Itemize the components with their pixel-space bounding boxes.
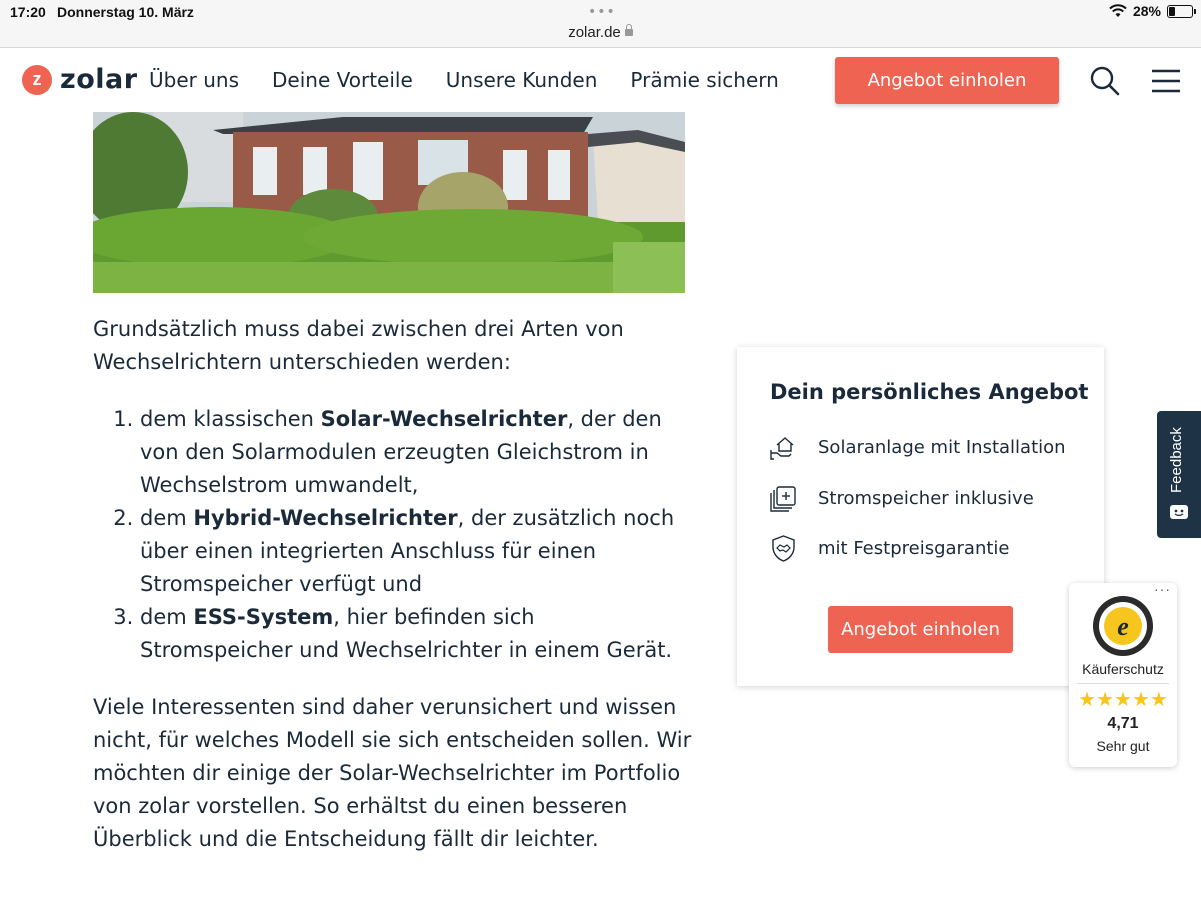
- offer-item-guarantee: mit Festpreisgarantie: [769, 534, 1010, 563]
- battery-stack-icon: [770, 486, 796, 512]
- trusted-shops-badge[interactable]: ··· e Käuferschutz ★★★★★ 4,71 Sehr gut: [1069, 581, 1177, 767]
- status-time: 17:20: [10, 4, 46, 20]
- list-item-text: dem: [140, 605, 194, 629]
- rating-stars: ★★★★★: [1078, 689, 1168, 711]
- nav-unsere-kunden[interactable]: Unsere Kunden: [446, 68, 598, 92]
- rating-text: Sehr gut: [1096, 738, 1150, 754]
- svg-text:e: e: [1117, 612, 1129, 641]
- nav-ueber-uns[interactable]: Über uns: [149, 68, 239, 92]
- header-offer-button[interactable]: Angebot einholen: [835, 57, 1059, 104]
- offer-item-label: Solaranlage mit Installation: [818, 437, 1066, 458]
- feedback-label: Feedback: [1168, 427, 1185, 493]
- logo-mark: z: [22, 64, 52, 95]
- list-item: dem klassischen Solar-Wechselrichter, de…: [140, 403, 693, 502]
- more-options-icon[interactable]: ···: [1154, 581, 1171, 597]
- list-item-text: dem: [140, 506, 194, 530]
- offer-item-storage: Stromspeicher inklusive: [769, 484, 1034, 513]
- hamburger-menu-icon[interactable]: [1150, 68, 1182, 94]
- zolar-logo[interactable]: z zolar: [22, 64, 138, 95]
- trust-label: Käuferschutz: [1082, 661, 1164, 677]
- battery-percent: 28%: [1132, 3, 1161, 19]
- status-indicators: 28%: [1109, 3, 1196, 19]
- house-hand-icon: [770, 437, 794, 460]
- multitasking-dots-icon[interactable]: •••: [588, 4, 616, 20]
- offer-title: Dein persönliches Angebot: [770, 380, 1089, 404]
- lock-icon: [624, 24, 633, 36]
- battery-icon: [1167, 4, 1196, 18]
- offer-card: Dein persönliches Angebot Solaranlage mi…: [737, 347, 1104, 686]
- status-bar: 17:20 Donnerstag 10. März ••• zolar.de 2…: [0, 0, 1201, 48]
- nav-praemie-sichern[interactable]: Prämie sichern: [630, 68, 778, 92]
- logo-text: zolar: [60, 64, 138, 95]
- feedback-tab[interactable]: Feedback: [1157, 411, 1201, 538]
- article-paragraph: Viele Interessenten sind daher verunsich…: [93, 695, 692, 851]
- shield-handshake-icon: [772, 535, 795, 562]
- list-item-bold: Hybrid-Wechselrichter: [193, 506, 458, 530]
- list-item: dem ESS-System, hier befinden sich Strom…: [140, 601, 693, 667]
- list-item: dem Hybrid-Wechselrichter, der zusätzlic…: [140, 502, 693, 601]
- address-bar[interactable]: zolar.de: [0, 24, 1201, 41]
- main-nav: Über uns Deine Vorteile Unsere Kunden Pr…: [149, 68, 779, 92]
- offer-item-label: mit Festpreisgarantie: [818, 538, 1010, 559]
- offer-item-label: Stromspeicher inklusive: [818, 488, 1034, 509]
- inverter-type-list: dem klassischen Solar-Wechselrichter, de…: [93, 403, 693, 667]
- article-body: Grundsätzlich muss dabei zwischen drei A…: [93, 313, 693, 856]
- rating-score: 4,71: [1107, 715, 1139, 732]
- offer-item-solar: Solaranlage mit Installation: [769, 433, 1066, 462]
- list-item-text: dem klassischen: [140, 407, 321, 431]
- trusted-shops-seal-icon: e: [1093, 596, 1153, 656]
- nav-deine-vorteile[interactable]: Deine Vorteile: [272, 68, 413, 92]
- wifi-icon: [1109, 4, 1127, 17]
- trust-divider: [1077, 683, 1169, 684]
- site-header: z zolar Über uns Deine Vorteile Unsere K…: [0, 48, 1201, 112]
- hero-image: [93, 112, 685, 293]
- url-text: zolar.de: [568, 24, 621, 41]
- feedback-smiley-icon: [1170, 505, 1188, 519]
- article-intro: Grundsätzlich muss dabei zwischen drei A…: [93, 317, 624, 374]
- list-item-bold: ESS-System: [193, 605, 334, 629]
- offer-button[interactable]: Angebot einholen: [828, 606, 1013, 653]
- status-date: Donnerstag 10. März: [57, 4, 194, 20]
- search-icon[interactable]: [1090, 66, 1120, 96]
- list-item-bold: Solar-Wechselrichter: [320, 407, 568, 431]
